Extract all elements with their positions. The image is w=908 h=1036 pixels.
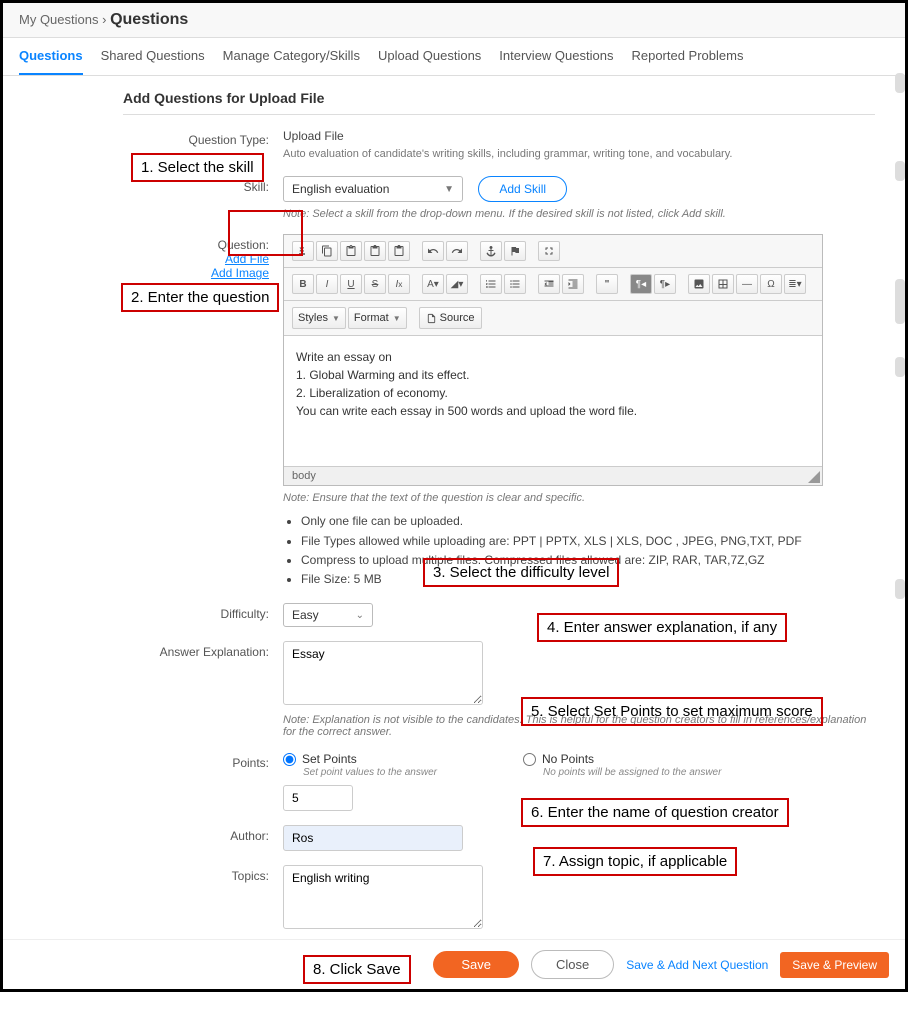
skill-note: Note: Select a skill from the drop-down … <box>283 208 875 220</box>
embed-icon[interactable]: ≣▾ <box>784 274 806 294</box>
question-type-desc: Auto evaluation of candidate's writing s… <box>283 147 875 162</box>
remove-format-icon[interactable]: Ix <box>388 274 410 294</box>
close-button[interactable]: Close <box>531 950 614 979</box>
scroll-indicator <box>895 279 905 324</box>
set-points-radio[interactable]: Set Points <box>283 752 483 766</box>
blockquote-icon[interactable]: " <box>596 274 618 294</box>
tab-reported-problems[interactable]: Reported Problems <box>631 38 743 75</box>
points-value-field[interactable] <box>283 785 353 811</box>
bullet-list-icon[interactable] <box>504 274 526 294</box>
paste-word-icon[interactable] <box>388 241 410 261</box>
redo-icon[interactable] <box>446 241 468 261</box>
label-question-type: Question Type: <box>123 129 283 147</box>
scroll-indicator <box>895 579 905 599</box>
tab-interview-questions[interactable]: Interview Questions <box>499 38 613 75</box>
skill-dropdown[interactable]: English evaluation ▼ <box>283 176 463 202</box>
table-icon[interactable] <box>712 274 734 294</box>
breadcrumb-sep: › <box>102 12 106 27</box>
scroll-indicator <box>895 357 905 377</box>
underline-icon[interactable]: U <box>340 274 362 294</box>
editor-toolbar-row1 <box>284 235 822 268</box>
skill-selected: English evaluation <box>292 182 389 196</box>
flag-icon[interactable] <box>504 241 526 261</box>
save-button[interactable]: Save <box>433 951 519 978</box>
image-icon[interactable] <box>688 274 710 294</box>
rich-text-editor: B I U S Ix A▾ ◢▾ " ¶◂ <box>283 234 823 486</box>
cut-icon[interactable] <box>292 241 314 261</box>
rtl-icon[interactable]: ¶▸ <box>654 274 676 294</box>
ltr-icon[interactable]: ¶◂ <box>630 274 652 294</box>
bg-color-icon[interactable]: ◢▾ <box>446 274 468 294</box>
explanation-note: Note: Explanation is not visible to the … <box>283 714 875 738</box>
editor-toolbar-row3: Styles▼ Format▼ Source <box>284 301 822 336</box>
bold-icon[interactable]: B <box>292 274 314 294</box>
paste-icon[interactable] <box>340 241 362 261</box>
rule-item: Only one file can be uploaded. <box>301 512 875 531</box>
tab-manage-category[interactable]: Manage Category/Skills <box>223 38 360 75</box>
save-add-next-link[interactable]: Save & Add Next Question <box>626 958 768 972</box>
styles-dropdown[interactable]: Styles▼ <box>292 307 346 329</box>
author-field[interactable] <box>283 825 463 851</box>
chevron-down-icon: ⌄ <box>356 610 364 621</box>
maximize-icon[interactable] <box>538 241 560 261</box>
editor-body[interactable]: Write an essay on 1. Global Warming and … <box>284 336 822 466</box>
breadcrumb: My Questions › Questions <box>3 3 905 38</box>
label-skill: Skill: <box>123 176 283 194</box>
label-points: Points: <box>123 752 283 770</box>
anchor-icon[interactable] <box>480 241 502 261</box>
question-type-value: Upload File <box>283 129 875 143</box>
label-author: Author: <box>123 825 283 843</box>
rule-item: File Size: 5 MB <box>301 570 875 589</box>
italic-icon[interactable]: I <box>316 274 338 294</box>
special-char-icon[interactable]: Ω <box>760 274 782 294</box>
undo-icon[interactable] <box>422 241 444 261</box>
tab-shared-questions[interactable]: Shared Questions <box>101 38 205 75</box>
paste-text-icon[interactable] <box>364 241 386 261</box>
upload-rules: Only one file can be uploaded. File Type… <box>301 512 875 589</box>
add-image-link[interactable]: Add Image <box>211 266 269 280</box>
rule-item: File Types allowed while uploading are: … <box>301 532 875 551</box>
text-color-icon[interactable]: A▾ <box>422 274 444 294</box>
chevron-down-icon: ▼ <box>444 184 454 195</box>
editor-status: body <box>284 466 822 485</box>
format-dropdown[interactable]: Format▼ <box>348 307 407 329</box>
rule-item: Compress to upload multiple files. Compr… <box>301 551 875 570</box>
footer-actions: Save Close Save & Add Next Question Save… <box>3 939 905 989</box>
editor-toolbar-row2: B I U S Ix A▾ ◢▾ " ¶◂ <box>284 268 822 301</box>
add-file-link[interactable]: Add File <box>225 252 269 266</box>
tab-upload-questions[interactable]: Upload Questions <box>378 38 481 75</box>
scroll-indicator <box>895 161 905 181</box>
resize-grip-icon[interactable] <box>808 471 820 483</box>
add-skill-button[interactable]: Add Skill <box>478 176 567 202</box>
tabs: Questions Shared Questions Manage Catego… <box>3 38 905 76</box>
breadcrumb-current: Questions <box>110 11 188 28</box>
label-answer-explanation: Answer Explanation: <box>123 641 283 659</box>
label-question: Question: <box>123 238 269 252</box>
outdent-icon[interactable] <box>538 274 560 294</box>
label-difficulty: Difficulty: <box>123 603 283 621</box>
source-button[interactable]: Source <box>419 307 482 329</box>
section-title: Add Questions for Upload File <box>123 90 875 115</box>
no-points-radio[interactable]: No Points <box>523 752 723 766</box>
no-points-desc: No points will be assigned to the answer <box>543 766 723 779</box>
topics-field[interactable]: English writing <box>283 865 483 929</box>
strike-icon[interactable]: S <box>364 274 386 294</box>
set-points-desc: Set point values to the answer <box>303 766 483 779</box>
label-topics: Topics: <box>123 865 283 883</box>
difficulty-dropdown[interactable]: Easy ⌄ <box>283 603 373 627</box>
scroll-indicator <box>895 73 905 93</box>
answer-explanation-field[interactable]: Essay <box>283 641 483 705</box>
question-note: Note: Ensure that the text of the questi… <box>283 492 875 504</box>
hr-icon[interactable]: — <box>736 274 758 294</box>
breadcrumb-parent[interactable]: My Questions <box>19 12 98 27</box>
tab-questions[interactable]: Questions <box>19 38 83 75</box>
numbered-list-icon[interactable] <box>480 274 502 294</box>
indent-icon[interactable] <box>562 274 584 294</box>
copy-icon[interactable] <box>316 241 338 261</box>
save-preview-button[interactable]: Save & Preview <box>780 952 889 978</box>
